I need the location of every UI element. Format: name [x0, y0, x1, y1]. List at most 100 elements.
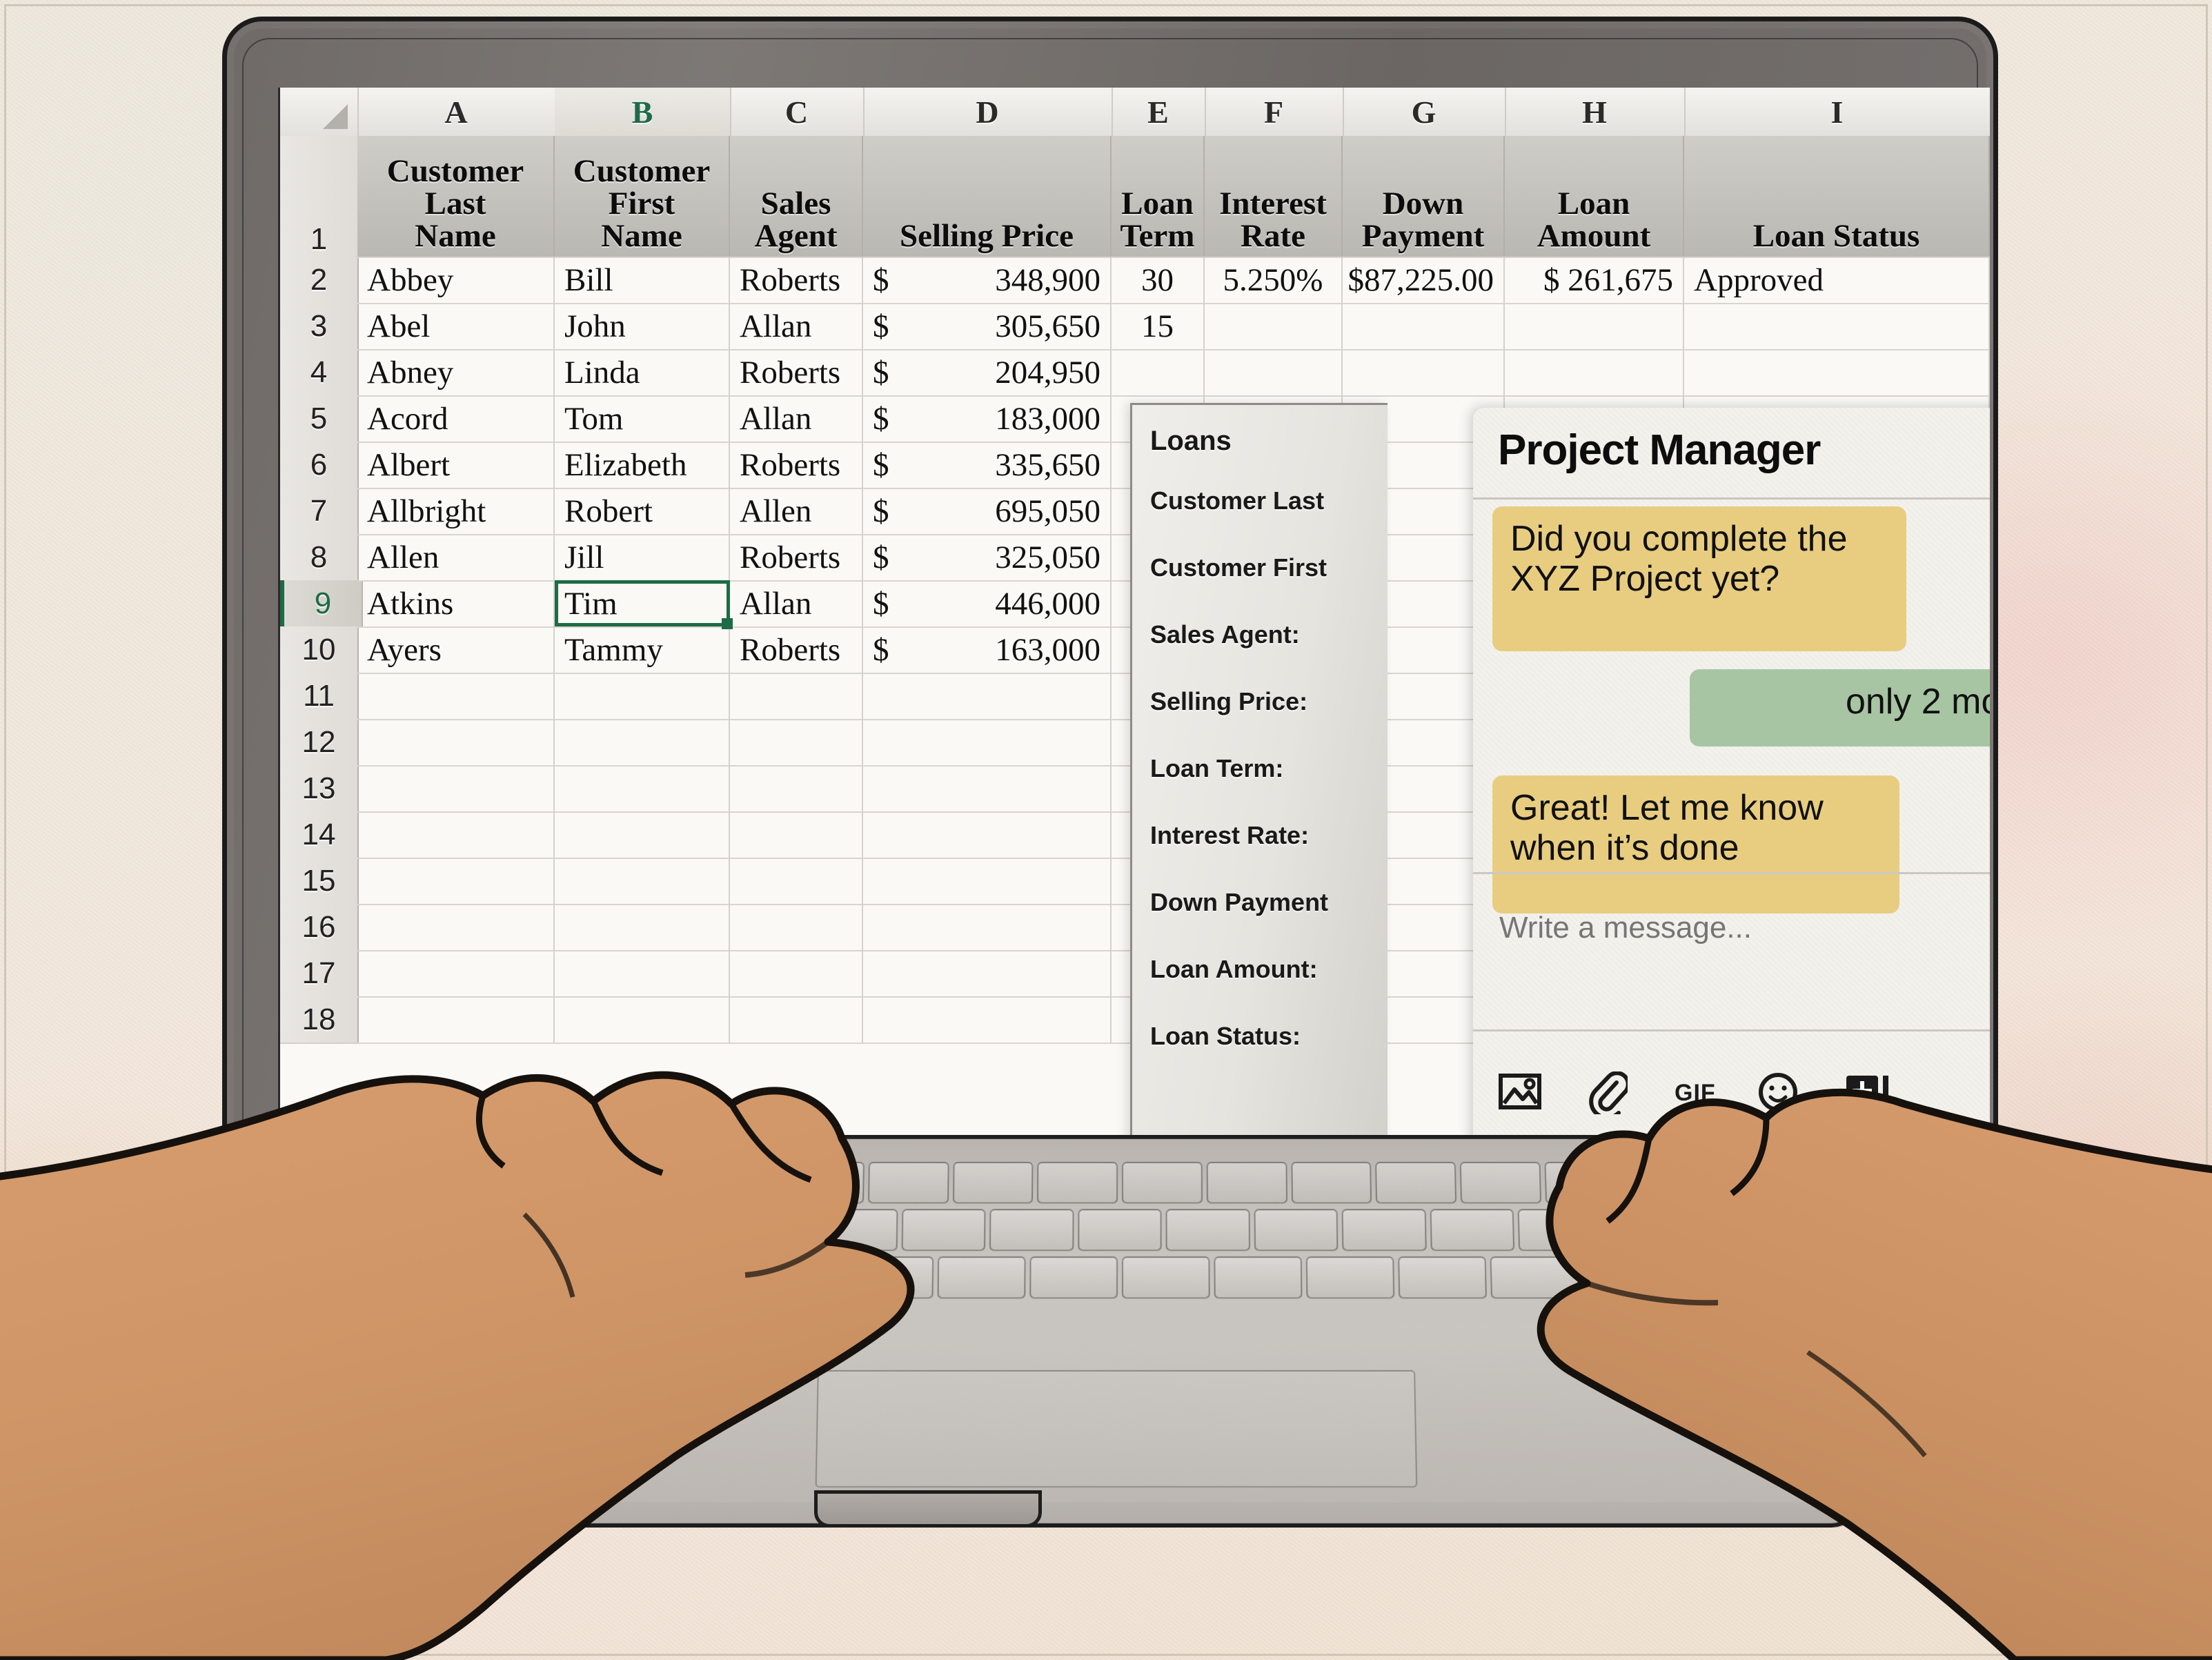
cell-D11[interactable] [863, 673, 1112, 719]
row-header-13[interactable]: 13 [280, 765, 359, 813]
cell-B4[interactable]: Linda [555, 349, 730, 395]
keyboard-key[interactable] [1214, 1256, 1303, 1299]
keyboard-key[interactable] [1078, 1209, 1162, 1252]
cell-D16[interactable] [863, 904, 1112, 950]
cell-H3[interactable] [1505, 303, 1684, 349]
chat-input-area[interactable] [1473, 872, 1990, 1031]
row-header-2[interactable]: 2 [280, 257, 359, 304]
cell-B13[interactable] [555, 765, 730, 811]
keyboard-key[interactable] [1206, 1161, 1287, 1204]
message-input[interactable] [1498, 910, 1990, 946]
keyboard-key[interactable] [660, 1256, 750, 1299]
keyboard-key[interactable] [937, 1256, 1026, 1299]
cell-B8[interactable]: Jill [555, 534, 730, 580]
row-header-4[interactable]: 4 [280, 349, 359, 397]
keyboard-key[interactable] [1375, 1161, 1457, 1204]
chat-window[interactable]: Project Manager Did you complete the XYZ… [1473, 408, 1990, 1164]
cell-H2[interactable]: $ 261,675 [1505, 257, 1684, 303]
cell-C16[interactable] [730, 904, 863, 950]
row-header-15[interactable]: 15 [280, 858, 359, 905]
keyboard-key[interactable] [1122, 1256, 1210, 1299]
keyboard-key[interactable] [1029, 1256, 1118, 1299]
sticker-icon[interactable] [1844, 1071, 1895, 1115]
keyboard-key[interactable] [1398, 1256, 1487, 1299]
cell-C14[interactable] [730, 811, 863, 858]
cell-G3[interactable] [1343, 303, 1505, 349]
cell-A11[interactable] [357, 673, 555, 719]
cell-D10[interactable]: $163,000 [863, 626, 1112, 673]
cell-A18[interactable] [357, 996, 555, 1043]
loans-field-label-6[interactable]: Down Payment [1150, 888, 1328, 917]
cell-D4[interactable]: $204,950 [863, 349, 1112, 395]
keyboard-key[interactable] [1713, 1161, 1796, 1204]
cell-A6[interactable]: Albert [357, 442, 555, 488]
cell-B5[interactable]: Tom [555, 395, 730, 442]
loans-field-label-3[interactable]: Selling Price: [1150, 687, 1307, 716]
row-header-18[interactable]: 18 [280, 996, 359, 1044]
loans-field-label-7[interactable]: Loan Amount: [1150, 955, 1318, 984]
cell-C9[interactable]: Allan [730, 580, 863, 626]
cell-D12[interactable] [863, 719, 1112, 765]
cell-A2[interactable]: Abbey [357, 257, 555, 303]
cell-D17[interactable] [863, 950, 1112, 996]
cell-C18[interactable] [730, 996, 863, 1043]
cell-A10[interactable]: Ayers [357, 626, 555, 673]
row-header-9[interactable]: 9 [280, 580, 363, 628]
keyboard-key[interactable] [1694, 1209, 1780, 1252]
cell-B6[interactable]: Elizabeth [555, 442, 730, 488]
row-header-8[interactable]: 8 [280, 534, 359, 582]
row-header-14[interactable]: 14 [280, 811, 359, 859]
cell-G4[interactable] [1343, 349, 1505, 395]
cell-A5[interactable]: Acord [357, 395, 555, 442]
cell-D8[interactable]: $325,050 [863, 534, 1112, 580]
keyboard-key[interactable] [1459, 1161, 1541, 1204]
keyboard-key[interactable] [1165, 1209, 1250, 1252]
row-header-17[interactable]: 17 [280, 950, 359, 998]
row-header-7[interactable]: 7 [280, 488, 359, 535]
cell-B10[interactable]: Tammy [555, 626, 730, 673]
cell-C10[interactable]: Roberts [730, 626, 863, 673]
cell-D6[interactable]: $335,650 [863, 442, 1112, 488]
cell-D3[interactable]: $305,650 [863, 303, 1112, 349]
trackpad[interactable] [815, 1370, 1418, 1488]
cell-H4[interactable] [1505, 349, 1684, 395]
column-header-i[interactable]: I [1684, 88, 1990, 136]
cell-B18[interactable] [555, 996, 730, 1043]
column-header-a[interactable]: A [357, 88, 556, 136]
cell-D5[interactable]: $183,000 [863, 395, 1112, 442]
column-header-h[interactable]: H [1505, 88, 1686, 136]
cell-I3[interactable] [1684, 303, 1990, 349]
cell-D7[interactable]: $695,050 [863, 488, 1112, 534]
cell-E2[interactable]: 30 [1112, 257, 1205, 303]
keyboard-key[interactable] [475, 1256, 566, 1299]
cell-C8[interactable]: Roberts [730, 534, 863, 580]
keyboard-key[interactable] [1490, 1256, 1579, 1299]
cell-C7[interactable]: Allen [730, 488, 863, 534]
loans-field-label-2[interactable]: Sales Agent: [1150, 620, 1300, 649]
loans-field-label-0[interactable]: Customer Last [1150, 486, 1324, 515]
cell-C2[interactable]: Roberts [730, 257, 863, 303]
cell-A3[interactable]: Abel [357, 303, 555, 349]
cell-D9[interactable]: $446,000 [863, 580, 1112, 626]
loans-field-label-1[interactable]: Customer First [1150, 553, 1327, 582]
cell-B15[interactable] [555, 858, 730, 904]
keyboard-key[interactable] [845, 1256, 934, 1299]
column-header-e[interactable]: E [1112, 88, 1206, 136]
emoji-icon[interactable] [1757, 1071, 1799, 1116]
cell-A15[interactable] [357, 858, 555, 904]
cell-A13[interactable] [357, 765, 555, 811]
attachment-icon[interactable] [1589, 1071, 1630, 1120]
keyboard-key[interactable] [753, 1256, 842, 1299]
keyboard-key[interactable] [1122, 1161, 1203, 1204]
cell-F3[interactable] [1205, 303, 1343, 349]
column-header-f[interactable]: F [1205, 88, 1344, 136]
cell-C3[interactable]: Allan [730, 303, 863, 349]
keyboard-key[interactable] [724, 1209, 810, 1252]
loans-field-label-8[interactable]: Loan Status: [1150, 1022, 1301, 1051]
column-header-c[interactable]: C [730, 88, 865, 136]
cell-C17[interactable] [730, 950, 863, 996]
loans-field-label-5[interactable]: Interest Rate: [1150, 821, 1309, 850]
select-all-corner[interactable] [280, 88, 359, 136]
cell-B16[interactable] [555, 904, 730, 950]
keyboard-key[interactable] [1674, 1256, 1764, 1299]
